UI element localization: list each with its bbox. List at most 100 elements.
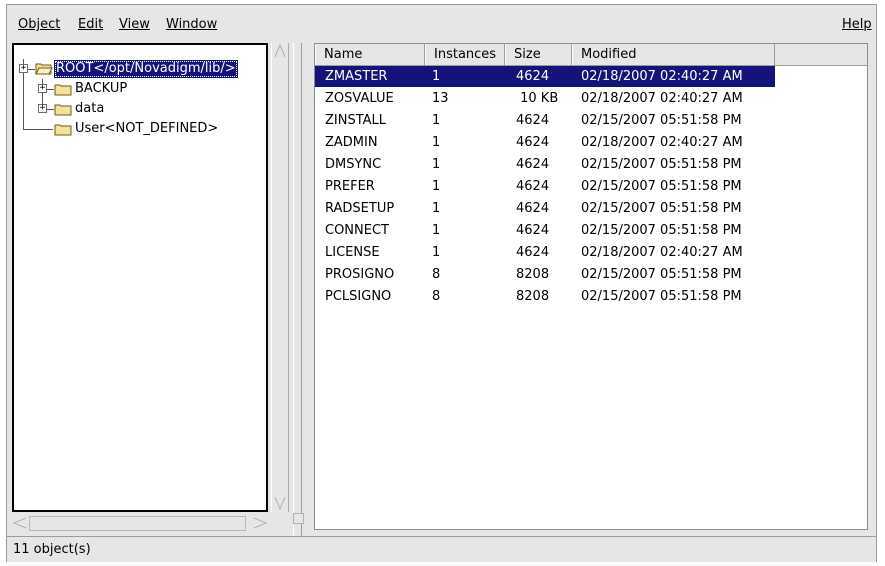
cell-modified: 02/18/2007 02:40:27 AM [581,245,743,260]
cell-name: ZINSTALL [325,113,387,128]
menu-window[interactable]: Window [164,16,219,34]
cell-modified: 02/18/2007 02:40:27 AM [581,69,743,84]
cell-instances: 1 [432,179,441,194]
menu-edit-label: Edit [78,17,104,32]
tree-item-backup[interactable]: + BACKUP [14,79,266,99]
tree-item-user[interactable]: User<NOT_DEFINED> [14,119,266,139]
list-row[interactable]: ZADMIN 1 4624 02/18/2007 02:40:27 AM [315,132,775,153]
cell-size: 4624 [516,179,550,194]
cell-modified: 02/15/2007 05:51:58 PM [581,267,742,282]
cell-name: DMSYNC [325,157,382,172]
pane-splitter[interactable] [290,43,306,539]
column-header-instances[interactable]: Instances [425,44,505,65]
column-header-name[interactable]: Name [315,44,425,65]
list-row[interactable]: CONNECT 1 4624 02/15/2007 05:51:58 PM [315,220,775,241]
list-header: Name Instances Size Modified [315,44,867,66]
cell-modified: 02/15/2007 05:51:58 PM [581,223,742,238]
list-row[interactable]: RADSETUP 1 4624 02/15/2007 05:51:58 PM [315,198,775,219]
cell-instances: 1 [432,113,441,128]
tree-view[interactable]: + ROOT</opt/Novadigm/lib/> + BACKUP + da… [12,43,268,512]
expander-plus-icon[interactable]: + [38,84,47,93]
cell-name: ZOSVALUE [325,91,394,106]
cell-name: PROSIGNO [325,267,395,282]
menu-view[interactable]: View [117,16,152,34]
cell-modified: 02/18/2007 02:40:27 AM [581,91,743,106]
list-row[interactable]: ZOSVALUE 13 10 KB 02/18/2007 02:40:27 AM [315,88,775,109]
cell-name: RADSETUP [325,201,395,216]
scroll-right-arrow-icon[interactable] [252,516,268,530]
status-bar: 11 object(s) [7,536,876,562]
cell-size: 4624 [516,113,550,128]
folder-icon [54,104,72,116]
cell-size: 4624 [516,69,550,84]
status-text: 11 object(s) [13,542,91,557]
cell-instances: 1 [432,201,441,216]
cell-modified: 02/15/2007 05:51:58 PM [581,201,742,216]
cell-instances: 1 [432,157,441,172]
menu-edit[interactable]: Edit [76,16,105,34]
column-header-size[interactable]: Size [505,44,572,65]
tree-vertical-scrollbar[interactable] [271,43,289,512]
cell-name: ZMASTER [325,69,388,84]
cell-instances: 8 [432,267,441,282]
tree-item-label: BACKUP [75,81,128,96]
splitter-grip[interactable] [293,513,304,524]
tree-item-root[interactable]: + ROOT</opt/Novadigm/lib/> [14,59,266,79]
menu-object-label: Object [18,17,61,32]
menu-help-label: Help [842,17,872,32]
menu-view-label: View [119,17,150,32]
cell-modified: 02/15/2007 05:51:58 PM [581,289,742,304]
cell-instances: 8 [432,289,441,304]
scroll-up-arrow-icon[interactable] [273,43,287,59]
tree-item-data[interactable]: + data [14,99,266,119]
scroll-left-arrow-icon[interactable] [12,516,28,530]
tree-item-label: data [75,101,105,116]
cell-instances: 1 [432,245,441,260]
object-list[interactable]: Name Instances Size Modified ZMASTER 1 4… [314,43,868,530]
menu-object[interactable]: Object [16,16,62,34]
cell-name: LICENSE [325,245,380,260]
cell-modified: 02/18/2007 02:40:27 AM [581,135,743,150]
menu-bar: Object Edit View Window Help [7,5,876,41]
cell-name: PCLSIGNO [325,289,392,304]
cell-size: 4624 [516,157,550,172]
cell-size: 8208 [516,289,550,304]
list-row[interactable]: DMSYNC 1 4624 02/15/2007 05:51:58 PM [315,154,775,175]
cell-size: 4624 [516,245,550,260]
folder-icon [54,124,72,136]
menu-window-label: Window [166,17,218,32]
cell-size: 4624 [516,135,550,150]
list-row[interactable]: ZMASTER 1 4624 02/18/2007 02:40:27 AM [315,66,775,87]
cell-name: PREFER [325,179,375,194]
splitter-shadow [301,43,302,539]
expander-plus-icon[interactable]: + [38,104,47,113]
application-window: Object Edit View Window Help + ROOT</opt… [6,4,877,562]
cell-size: 4624 [516,223,550,238]
column-header-modified[interactable]: Modified [572,44,775,65]
cell-name: ZADMIN [325,135,378,150]
cell-size: 8208 [516,267,550,282]
list-row[interactable]: LICENSE 1 4624 02/18/2007 02:40:27 AM [315,242,775,263]
folder-icon [54,84,72,96]
splitter-highlight [293,43,294,539]
scrollbar-thumb[interactable] [29,516,246,531]
list-row[interactable]: PREFER 1 4624 02/15/2007 05:51:58 PM [315,176,775,197]
cell-instances: 1 [432,69,441,84]
tree-item-label: ROOT</opt/Novadigm/lib/> [54,60,238,78]
cell-size: 10 KB [516,91,559,106]
tree-horizontal-scrollbar[interactable] [12,515,268,531]
cell-instances: 13 [432,91,449,106]
list-row[interactable]: PROSIGNO 8 8208 02/15/2007 05:51:58 PM [315,264,775,285]
list-row[interactable]: PCLSIGNO 8 8208 02/15/2007 05:51:58 PM [315,286,775,307]
cell-instances: 1 [432,135,441,150]
menu-help[interactable]: Help [840,16,874,34]
cell-modified: 02/15/2007 05:51:58 PM [581,179,742,194]
cell-instances: 1 [432,223,441,238]
scroll-down-arrow-icon[interactable] [273,495,287,511]
cell-size: 4624 [516,201,550,216]
expander-plus-icon[interactable]: + [19,64,28,73]
cell-modified: 02/15/2007 05:51:58 PM [581,157,742,172]
cell-name: CONNECT [325,223,389,238]
list-row[interactable]: ZINSTALL 1 4624 02/15/2007 05:51:58 PM [315,110,775,131]
tree-item-label: User<NOT_DEFINED> [75,121,219,136]
